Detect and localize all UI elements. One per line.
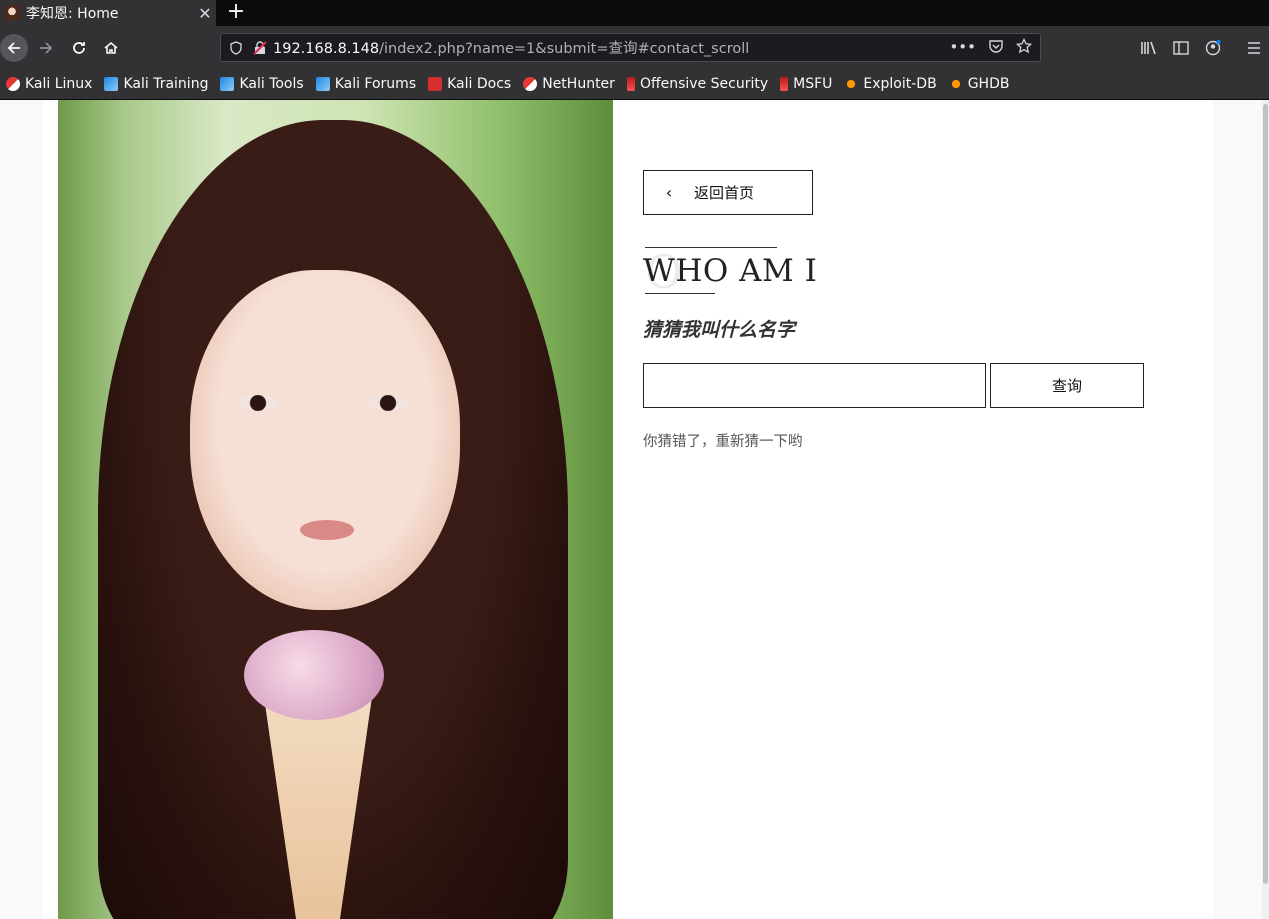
bookmark-label: Kali Training	[123, 76, 209, 92]
content-container: ‹ 返回首页 O WHO AM I 猜猜我叫什么名字 查询 你猜错了，重新猜一下…	[43, 100, 1213, 919]
home-button[interactable]	[97, 34, 125, 62]
ghdb-icon	[948, 77, 963, 91]
nethunter-icon	[523, 77, 538, 91]
page-subtitle: 猜猜我叫什么名字	[643, 319, 796, 341]
arrow-right-icon	[40, 42, 53, 54]
home-icon	[104, 41, 118, 54]
photo-face	[190, 270, 460, 610]
bookmark-label: MSFU	[793, 76, 833, 92]
kali-training-icon	[104, 77, 119, 91]
bookmark-kali-linux[interactable]: Kali Linux	[6, 76, 92, 92]
bookmark-kali-training[interactable]: Kali Training	[104, 76, 208, 92]
url-host: 192.168.8.148	[273, 41, 380, 57]
portrait-photo	[58, 100, 613, 919]
reload-icon	[73, 42, 85, 54]
kali-icon	[6, 77, 20, 91]
bookmark-exploit-db[interactable]: Exploit-DB	[844, 76, 937, 92]
bookmark-label: Kali Forums	[334, 76, 417, 92]
forward-button[interactable]	[32, 34, 60, 62]
bookmarks-toolbar: Kali Linux Kali Training Kali Tools Kali…	[0, 69, 1269, 100]
kali-tools-icon	[220, 77, 235, 91]
photo-lips	[300, 520, 354, 540]
close-tab-icon[interactable]: ✕	[194, 4, 216, 23]
submit-button[interactable]: 查询	[990, 363, 1144, 408]
page-actions-icon[interactable]: •••	[949, 38, 976, 56]
name-input[interactable]	[643, 363, 986, 408]
new-tab-button[interactable]: +	[224, 0, 248, 26]
url-text[interactable]: 192.168.8.148/index2.php?name=1&submit=查…	[273, 37, 749, 58]
url-actions: •••	[949, 38, 1032, 56]
tab-strip: 李知恩: Home ✕ +	[0, 0, 1269, 26]
bookmark-offensive-security[interactable]: Offensive Security	[626, 76, 769, 92]
tab-favicon	[4, 5, 20, 21]
pocket-icon[interactable]	[988, 38, 1004, 54]
heading-block: O WHO AM I	[643, 245, 943, 299]
tab-title: 李知恩: Home	[26, 6, 119, 22]
toolbar-right	[1140, 40, 1222, 56]
bookmark-kali-tools[interactable]: Kali Tools	[220, 76, 304, 92]
insecure-lock-icon[interactable]	[253, 40, 267, 55]
photo-ice-cream-scoop	[244, 630, 384, 720]
photo-eye-right	[368, 395, 408, 411]
url-path: /index2.php?name=1&submit=查询#contact_scr…	[379, 41, 750, 57]
page-title: WHO AM I	[643, 253, 818, 289]
bookmark-label: Kali Docs	[447, 76, 512, 92]
bookmark-msfu[interactable]: MSFU	[780, 76, 832, 92]
photo-eye-left	[238, 395, 278, 411]
chevron-left-icon: ‹	[665, 183, 673, 202]
tab-home[interactable]: 李知恩: Home ✕	[0, 0, 216, 26]
back-home-button[interactable]: ‹ 返回首页	[643, 170, 813, 215]
bookmark-label: Offensive Security	[639, 76, 769, 92]
back-button[interactable]	[0, 34, 28, 62]
bookmark-ghdb[interactable]: GHDB	[948, 76, 1010, 92]
kali-docs-icon	[428, 77, 443, 91]
page-viewport: ‹ 返回首页 O WHO AM I 猜猜我叫什么名字 查询 你猜错了，重新猜一下…	[0, 100, 1269, 919]
kali-forums-icon	[315, 77, 330, 91]
heading-rule-bottom	[645, 293, 715, 294]
arrow-left-icon	[7, 42, 20, 54]
msfu-icon	[780, 77, 789, 91]
reload-button[interactable]	[65, 34, 93, 62]
bookmark-kali-forums[interactable]: Kali Forums	[315, 76, 417, 92]
result-message: 你猜错了，重新猜一下哟	[643, 434, 803, 450]
hamburger-menu-icon[interactable]	[1246, 40, 1262, 56]
bookmark-kali-docs[interactable]: Kali Docs	[428, 76, 511, 92]
back-home-label: 返回首页	[694, 184, 755, 202]
offsec-icon	[626, 77, 635, 91]
bookmark-label: Kali Tools	[239, 76, 304, 92]
bookmark-star-icon[interactable]	[1016, 38, 1032, 54]
scrollbar-thumb[interactable]	[1263, 104, 1268, 884]
shield-icon[interactable]	[229, 40, 243, 55]
exploitdb-icon	[844, 77, 859, 91]
contact-section: ‹ 返回首页 O WHO AM I 猜猜我叫什么名字 查询 你猜错了，重新猜一下…	[643, 100, 1183, 919]
sidebar-icon[interactable]	[1172, 40, 1190, 56]
bookmark-label: Kali Linux	[25, 76, 93, 92]
bookmark-label: Exploit-DB	[863, 76, 937, 92]
bookmark-label: GHDB	[967, 76, 1010, 92]
navigation-toolbar: 192.168.8.148/index2.php?name=1&submit=查…	[0, 26, 1269, 69]
library-icon[interactable]	[1140, 40, 1158, 56]
url-bar[interactable]: 192.168.8.148/index2.php?name=1&submit=查…	[220, 33, 1041, 62]
account-icon[interactable]	[1204, 40, 1222, 56]
bookmark-nethunter[interactable]: NetHunter	[523, 76, 615, 92]
bookmark-label: NetHunter	[542, 76, 615, 92]
